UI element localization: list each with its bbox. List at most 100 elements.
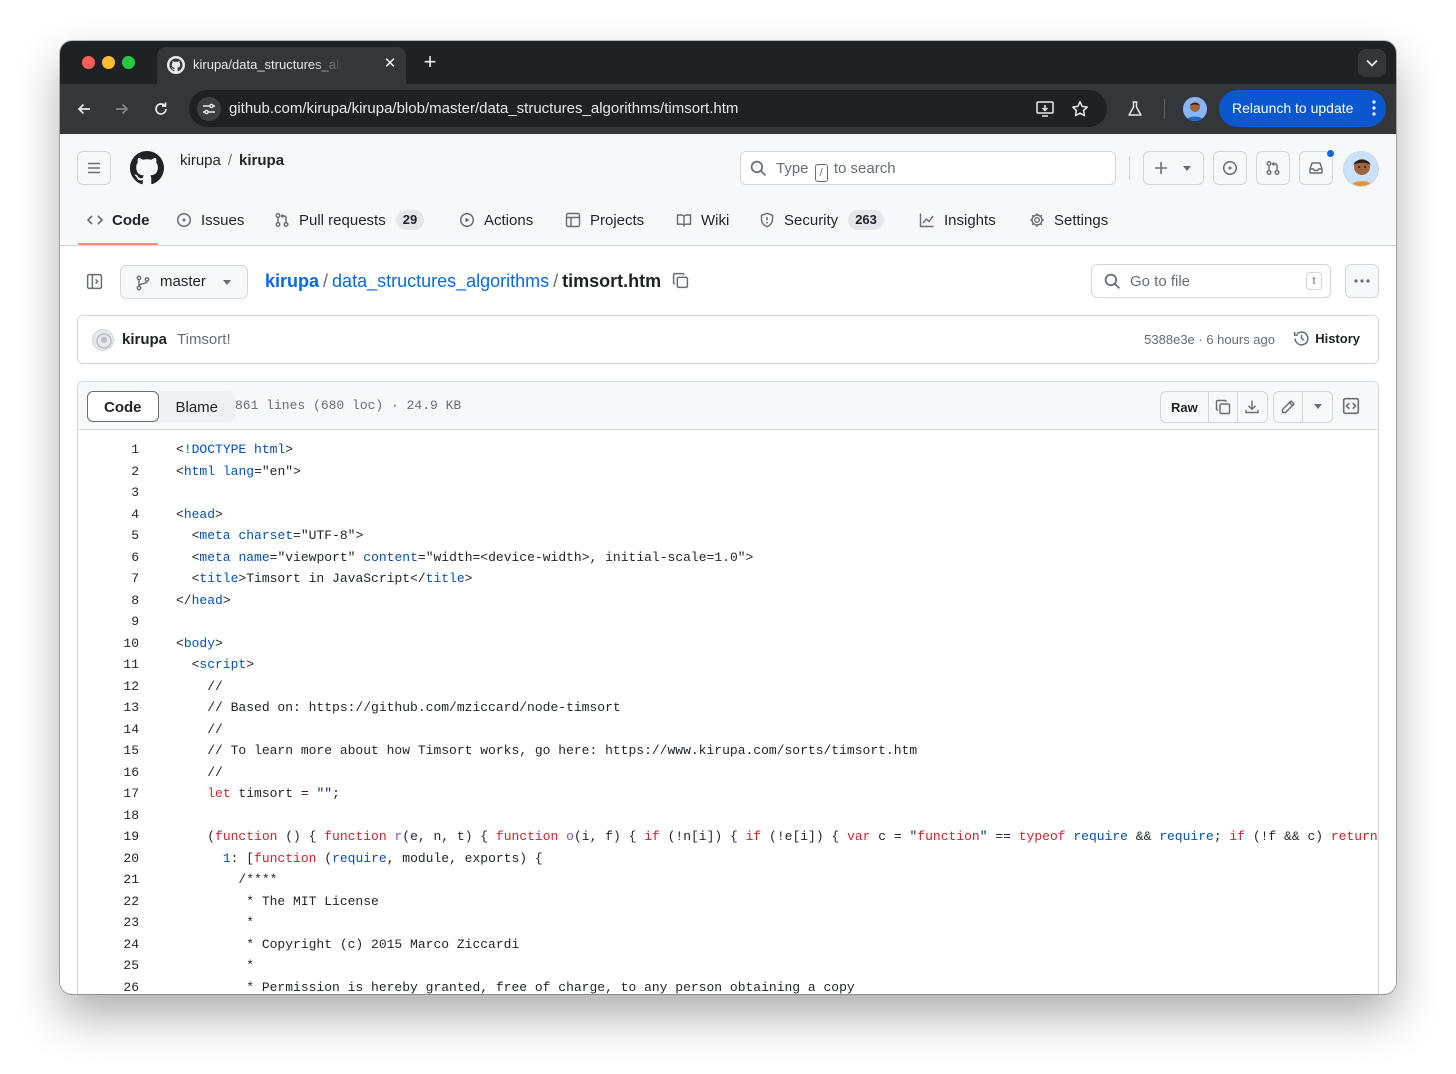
tab-wiki[interactable]: Wiki bbox=[676, 194, 729, 246]
line-number[interactable]: 17 bbox=[78, 783, 139, 805]
pull-requests-count: 29 bbox=[395, 210, 425, 230]
relaunch-label: Relaunch to update bbox=[1232, 100, 1354, 116]
line-number[interactable]: 7 bbox=[78, 568, 139, 590]
tab-projects[interactable]: Projects bbox=[565, 194, 644, 246]
line-number[interactable]: 13 bbox=[78, 697, 139, 719]
line-number[interactable]: 9 bbox=[78, 611, 139, 633]
browser-tab[interactable]: kirupa/data_structures_algorithms ✕ bbox=[157, 47, 406, 84]
line-number[interactable]: 15 bbox=[78, 740, 139, 762]
git-pull-request-icon bbox=[275, 213, 289, 227]
download-button[interactable] bbox=[1238, 392, 1267, 422]
go-to-file-input[interactable]: Go to file t bbox=[1091, 264, 1331, 298]
relaunch-to-update-button[interactable]: Relaunch to update bbox=[1219, 90, 1386, 127]
reload-button[interactable] bbox=[149, 97, 173, 121]
url-text[interactable]: github.com/kirupa/kirupa/blob/master/dat… bbox=[229, 100, 738, 117]
commit-meta[interactable]: 5388e3e · 6 hours ago bbox=[1144, 332, 1275, 347]
line-number[interactable]: 21 bbox=[78, 869, 139, 891]
create-new-button[interactable] bbox=[1143, 151, 1204, 185]
address-bar[interactable]: github.com/kirupa/kirupa/blob/master/dat… bbox=[189, 90, 1107, 127]
line-number[interactable]: 1 bbox=[78, 439, 139, 461]
new-tab-icon[interactable]: + bbox=[418, 50, 442, 74]
repo-name-link[interactable]: kirupa bbox=[239, 152, 284, 169]
symbols-panel-button[interactable] bbox=[1342, 397, 1360, 420]
back-button[interactable] bbox=[72, 97, 96, 121]
tab-security[interactable]: Security 263 bbox=[759, 194, 884, 246]
header-divider bbox=[1129, 156, 1130, 180]
tab-actions-label: Actions bbox=[484, 211, 534, 229]
line-number[interactable]: 4 bbox=[78, 504, 139, 526]
line-number[interactable]: 23 bbox=[78, 912, 139, 934]
code-line: 26 * Permission is hereby granted, free … bbox=[78, 977, 1378, 995]
history-button[interactable]: History bbox=[1293, 330, 1360, 347]
line-number[interactable]: 26 bbox=[78, 977, 139, 995]
commit-author[interactable]: kirupa bbox=[122, 331, 167, 348]
commit-author-avatar[interactable] bbox=[92, 329, 114, 351]
breadcrumb-root-link[interactable]: kirupa bbox=[265, 271, 319, 291]
branch-selector[interactable]: master bbox=[120, 265, 248, 299]
repo-owner-link[interactable]: kirupa bbox=[180, 152, 221, 169]
line-source: * bbox=[176, 915, 255, 930]
copilot-issues-button[interactable] bbox=[1213, 151, 1247, 185]
edit-file-button[interactable] bbox=[1274, 392, 1303, 422]
more-options-button[interactable] bbox=[1345, 264, 1379, 298]
line-number[interactable]: 5 bbox=[78, 525, 139, 547]
site-info-icon[interactable] bbox=[197, 97, 221, 121]
bookmark-star-icon[interactable] bbox=[1070, 99, 1090, 119]
code-view-button[interactable]: Code bbox=[87, 391, 159, 422]
arrow-left-icon bbox=[77, 103, 90, 115]
line-number[interactable]: 16 bbox=[78, 762, 139, 784]
line-source: // Based on: https://github.com/mziccard… bbox=[176, 700, 621, 715]
toggle-file-tree-button[interactable] bbox=[86, 273, 103, 295]
forward-button[interactable] bbox=[110, 97, 134, 121]
code-line: 19 (function () { function r(e, n, t) { … bbox=[78, 826, 1378, 848]
install-app-icon[interactable] bbox=[1035, 99, 1055, 119]
tab-issues[interactable]: Issues bbox=[176, 194, 244, 246]
raw-button[interactable]: Raw bbox=[1161, 392, 1209, 422]
active-tab-indicator bbox=[78, 243, 158, 245]
copy-path-icon[interactable] bbox=[672, 272, 689, 289]
tab-insights[interactable]: Insights bbox=[919, 194, 996, 246]
tab-code-label: Code bbox=[112, 211, 150, 229]
breadcrumb-folder-link[interactable]: data_structures_algorithms bbox=[332, 271, 549, 291]
slash-key-hint: / bbox=[814, 164, 828, 182]
labs-button[interactable] bbox=[1123, 97, 1147, 121]
minimize-window-button[interactable] bbox=[102, 56, 115, 69]
line-number[interactable]: 10 bbox=[78, 633, 139, 655]
line-number[interactable]: 24 bbox=[78, 934, 139, 956]
close-window-button[interactable] bbox=[82, 56, 95, 69]
tab-search-button[interactable] bbox=[1358, 49, 1386, 77]
file-header: Code Blame 861 lines (680 loc) · 24.9 KB… bbox=[78, 382, 1378, 430]
tab-actions[interactable]: Actions bbox=[459, 194, 533, 246]
tab-settings[interactable]: Settings bbox=[1029, 194, 1108, 246]
blame-view-button[interactable]: Blame bbox=[158, 391, 236, 422]
pull-requests-button[interactable] bbox=[1256, 151, 1290, 185]
github-logo-icon[interactable] bbox=[130, 151, 164, 185]
branch-name: master bbox=[160, 273, 206, 290]
line-number[interactable]: 22 bbox=[78, 891, 139, 913]
maximize-window-button[interactable] bbox=[122, 56, 135, 69]
line-number[interactable]: 11 bbox=[78, 654, 139, 676]
line-number[interactable]: 19 bbox=[78, 826, 139, 848]
tab-code[interactable]: Code bbox=[87, 194, 150, 246]
tab-pull-requests[interactable]: Pull requests 29 bbox=[274, 194, 425, 246]
line-number[interactable]: 14 bbox=[78, 719, 139, 741]
search-icon bbox=[1104, 273, 1121, 290]
book-icon bbox=[676, 214, 692, 227]
commit-message[interactable]: Timsort! bbox=[177, 331, 231, 348]
line-number[interactable]: 18 bbox=[78, 805, 139, 827]
global-menu-button[interactable] bbox=[77, 151, 111, 185]
line-number[interactable]: 12 bbox=[78, 676, 139, 698]
user-avatar[interactable] bbox=[1343, 151, 1379, 187]
line-number[interactable]: 20 bbox=[78, 848, 139, 870]
edit-options-button[interactable] bbox=[1303, 392, 1332, 422]
line-number[interactable]: 2 bbox=[78, 461, 139, 483]
tab-close-icon[interactable]: ✕ bbox=[381, 55, 399, 73]
copy-raw-button[interactable] bbox=[1209, 392, 1238, 422]
profile-avatar[interactable] bbox=[1183, 97, 1207, 121]
search-input[interactable]: Type / to search bbox=[740, 151, 1116, 185]
line-number[interactable]: 25 bbox=[78, 955, 139, 977]
line-number[interactable]: 8 bbox=[78, 590, 139, 612]
notification-indicator bbox=[1326, 149, 1335, 158]
line-number[interactable]: 6 bbox=[78, 547, 139, 569]
line-number[interactable]: 3 bbox=[78, 482, 139, 504]
